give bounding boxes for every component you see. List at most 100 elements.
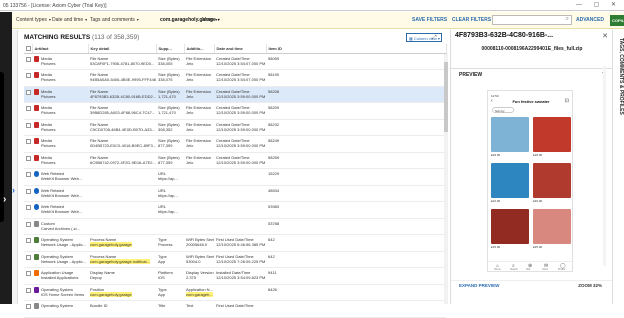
row-checkbox[interactable] [26,254,31,260]
tags-comments-tab[interactable]: TAGS, COMMENTS & PROFILES [612,30,624,304]
phone-nav: ⌂ Home ⌕ Search ⊕ Sell ✉ Inbox ◯ Profile [488,261,574,271]
select-all-header[interactable] [24,44,33,54]
table-row[interactable]: Media Pictures File Name 0D4B5723-E0C0-4016… [24,135,446,153]
key-detail-cell: File Name 0D4B5723-E0C0-4016-B9EC-89F3... [88,135,156,153]
row-checkbox[interactable] [26,73,31,78]
select-all-checkbox[interactable] [26,46,31,52]
row-checkbox[interactable] [26,188,31,194]
results-scrollbar[interactable] [444,54,448,304]
artifact-type: Pictures [41,77,56,82]
key-detail-cell: File Name 53C8F0F1-7906-4781-8070-9ED0... [88,53,156,70]
column-header[interactable]: Item ID [266,44,447,54]
row-checkbox[interactable] [26,205,31,210]
table-row[interactable]: Media Pictures File Name C9CD0708-46B4-4E0D… [24,119,446,136]
supporting-cell-value: https://ap... [158,176,178,181]
product-photo [491,117,529,152]
supporting-cell-value: 1,721,470 [158,93,176,99]
window-controls[interactable]: — ▢ ✕ [576,1,621,8]
artifact-labels: Operating System Network Usage - Applic..… [41,237,86,247]
panel-scrollbar[interactable] [603,66,606,266]
save-filters-button[interactable]: SAVE FILTERS [412,17,447,23]
zoom-level[interactable]: ZOOM 32% [578,283,602,288]
row-checkbox[interactable] [26,304,31,309]
expand-left-panel-icon[interactable]: › [12,185,15,195]
phone-nav-label: Home [494,268,501,271]
product-photo [533,209,571,244]
scrollbar-thumb[interactable] [444,62,448,132]
table-row[interactable]: Media Pictures File Name 39B8D285-A003-4F88… [24,102,446,120]
row-checkbox[interactable] [26,172,31,177]
table-header: Artifact Key detail Supp... Additio... Date … [24,44,447,54]
table-row[interactable]: Operating System Network Usage - Applic..… [24,234,446,252]
key-detail-cell-value: Depop [90,275,102,280]
date-time-cell-value: 12/10/2025 6:46:56.385 PM [216,242,266,247]
date-time-filter[interactable]: Date and time ▾ [52,17,87,23]
row-checkbox[interactable] [26,221,31,227]
row-checkbox[interactable] [26,155,31,161]
item-id-cell: 58249 [266,135,446,153]
copilot-button[interactable]: COPILOT [610,15,624,26]
advanced-button[interactable]: ADVANCED [576,17,604,23]
supporting-cell [156,218,184,235]
table-row[interactable]: Operating System iOS Home Screen Items Pos… [24,284,446,301]
date-time-cell-value: 12/10/2025 3:54:07.000 PM [216,60,266,66]
artifact-cell: Web Related WebKit Browser Web... [32,201,88,219]
row-checkbox-cell [24,300,32,318]
date-time-cell [214,218,266,235]
picture-file-icon [34,138,39,144]
left-expand-arrow-icon[interactable]: › [3,194,6,205]
row-checkbox[interactable] [26,238,31,243]
row-checkbox[interactable] [26,89,31,95]
supporting-cell: Type App [156,284,184,301]
row-checkbox[interactable] [26,271,31,276]
column-header[interactable]: Key detail [88,44,157,54]
additional-cell: Text [184,300,214,318]
column-header[interactable]: Date and time [214,44,267,54]
close-icon[interactable]: ✕ [602,32,608,40]
preview-label: PREVIEW [459,72,483,78]
key-detail-cell [88,185,156,202]
artifact-labels: Web Related WebKit Browser Web... [41,188,82,198]
table-row[interactable]: Media Pictures File Name 53C8F0F1-7906-4781… [24,53,446,70]
date-time-cell: Created Date/Time 12/10/2025 3:59:00.000 … [214,119,266,136]
row-checkbox[interactable] [26,106,31,111]
additional-cell-value: 2.375 [186,275,197,280]
row-checkbox-cell [24,284,32,301]
supporting-cell-label: Size (Bytes) [158,121,180,127]
row-checkbox[interactable] [26,122,31,128]
supporting-cell: Size (Bytes) 877,359 [156,152,184,169]
table-row[interactable]: Media Pictures File Name 94B5A0A0-5406-4B0E… [24,69,446,87]
row-checkbox[interactable] [26,56,31,62]
content-types-filter[interactable]: Content types ▾ [16,17,51,23]
product-price: £15.00 [491,245,501,249]
table-row[interactable]: Web Related WebKit Browser Web... URL https… [24,185,446,202]
more-filter[interactable]: More ▾ [202,17,217,23]
expand-preview-button[interactable]: EXPAND PREVIEW [459,283,499,288]
key-detail-cell: Position com.garageholy.garage [88,284,156,301]
detail-file-path[interactable]: 00008110-0008196A2299401E_files_full.zip [451,46,613,52]
table-row[interactable]: Web Related WebKit Browser Web... URL https… [24,168,446,186]
chevron-down-icon: ▾ [136,17,139,22]
table-row[interactable]: Custom Carved Archives (.zi... 53788 [24,218,446,235]
column-header[interactable]: Supp... [156,44,185,54]
date-time-cell: First Used Date/Time 12/10/2025 6:46:56.3… [214,234,266,252]
table-row[interactable]: Web Related WebKit Browser Web... URL https… [24,201,446,219]
table-row[interactable]: Application Usage Installed Applications D… [24,267,446,285]
date-time-cell-value: 12/10/2025 3:59:00.000 PM [216,93,266,99]
table-row[interactable]: Media Pictures File Name 4F8793B3-632B-4C80… [24,86,446,103]
column-header[interactable]: Artifact [32,44,89,54]
tags-comments-filter[interactable]: Tags and comments ▾ [90,17,139,23]
search-input[interactable]: ⌕ [492,15,572,25]
picture-file-icon [34,121,39,128]
table-row[interactable]: Media Pictures File Name 6C9B6742-0972-4F2D… [24,152,446,169]
table-row[interactable]: Operating System Network Usage - Applic..… [24,251,446,268]
clear-filters-button[interactable]: CLEAR FILTERS [452,17,491,23]
row-checkbox[interactable] [26,139,31,144]
expand-icon[interactable]: ⤢ [432,35,437,42]
supporting-cell: Size (Bytes) 308,352 [156,119,184,136]
column-header[interactable]: Additio... [184,44,215,54]
row-checkbox[interactable] [26,287,31,293]
table-row[interactable]: Operating System Bundle ID Title Text First … [24,300,446,318]
date-time-cell: Created Date/Time 12/10/2025 3:59:00.000 … [214,102,266,120]
network-icon [34,253,39,260]
